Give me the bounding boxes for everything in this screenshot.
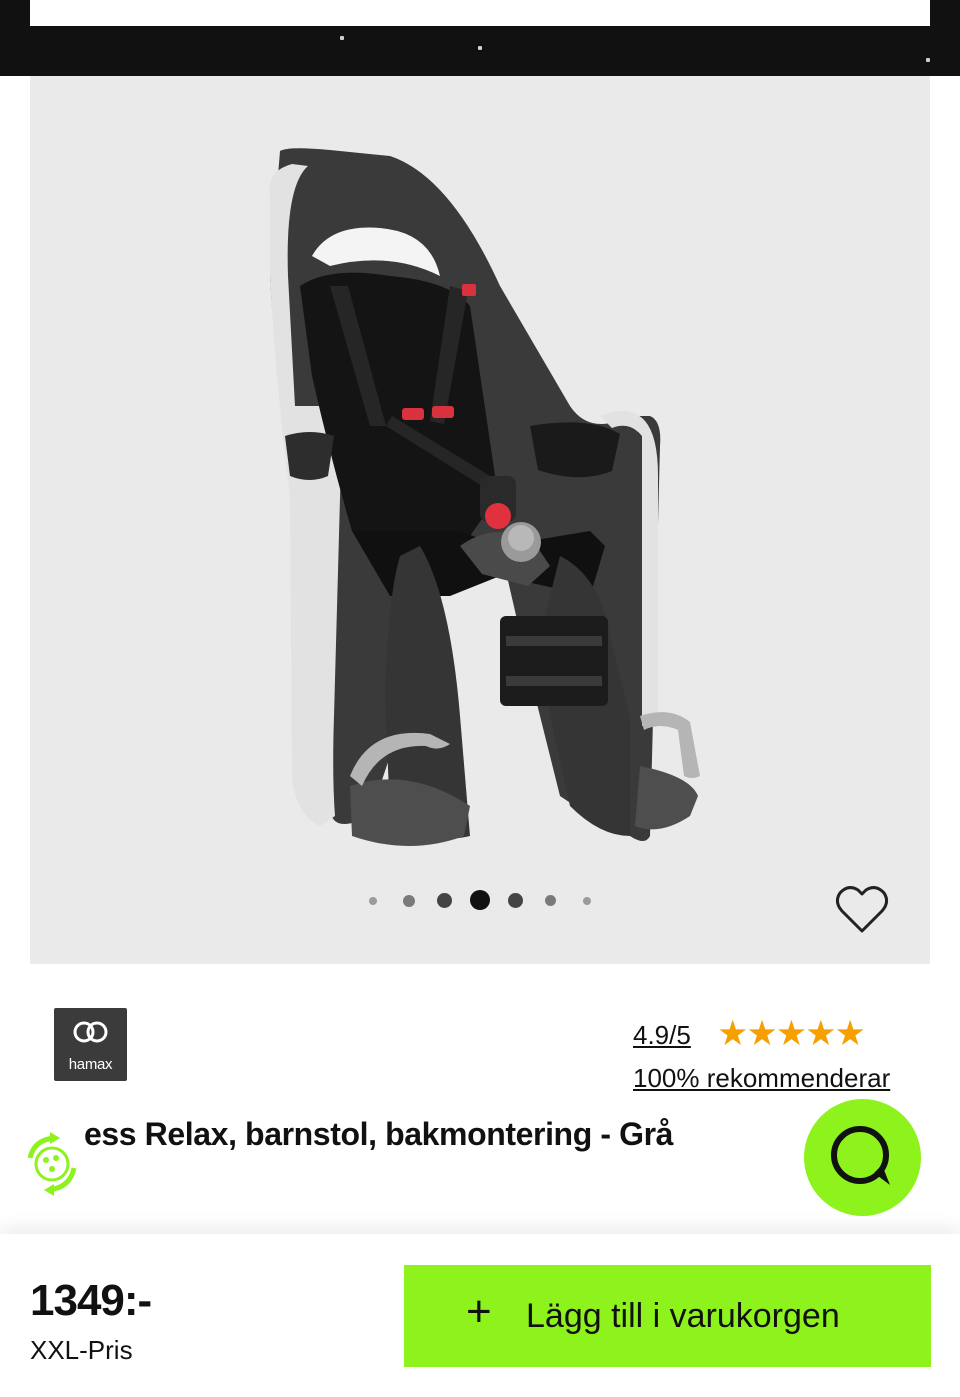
favorite-button[interactable] (834, 884, 890, 936)
recommend-link[interactable]: 100% rekommenderar (633, 1063, 890, 1094)
product-image (269, 148, 700, 846)
product-title: ess Relax, barnstol, bakmontering - Grå (84, 1116, 674, 1152)
rating[interactable]: 4.9/5 ★★★★★ (633, 1016, 933, 1054)
carousel-dot-active[interactable] (470, 890, 490, 910)
status-dot (478, 46, 482, 50)
recycle-badge[interactable] (16, 1128, 88, 1200)
price-label: XXL-Pris (30, 1335, 133, 1365)
carousel-dot[interactable] (583, 897, 591, 905)
heart-icon (835, 886, 889, 933)
carousel-dot[interactable] (545, 895, 556, 906)
carousel-dot[interactable] (403, 895, 415, 907)
brand-mark-icon (73, 1021, 108, 1043)
image-carousel-dots (0, 890, 960, 912)
brand-name: hamax (68, 1056, 113, 1073)
plus-icon: + (466, 1287, 492, 1336)
price: 1349:- (30, 1276, 152, 1325)
search-field[interactable] (30, 0, 930, 26)
status-dot (340, 36, 344, 40)
chat-icon (831, 1126, 890, 1185)
add-to-cart-button[interactable]: + Lägg till i varukorgen (404, 1265, 931, 1367)
rating-score[interactable]: 4.9/5 (633, 1020, 691, 1051)
carousel-dot[interactable] (508, 893, 523, 908)
carousel-dot[interactable] (369, 897, 377, 905)
product-image-panel[interactable] (30, 76, 930, 964)
recycle-icon (27, 1132, 77, 1196)
status-dot (926, 58, 930, 62)
chat-button[interactable] (804, 1099, 921, 1216)
brand-logo[interactable]: hamax (54, 1008, 127, 1081)
carousel-dot[interactable] (437, 893, 452, 908)
rating-stars: ★★★★★ (717, 1014, 866, 1053)
add-to-cart-label: Lägg till i varukorgen (526, 1297, 840, 1335)
top-bar (0, 0, 960, 76)
